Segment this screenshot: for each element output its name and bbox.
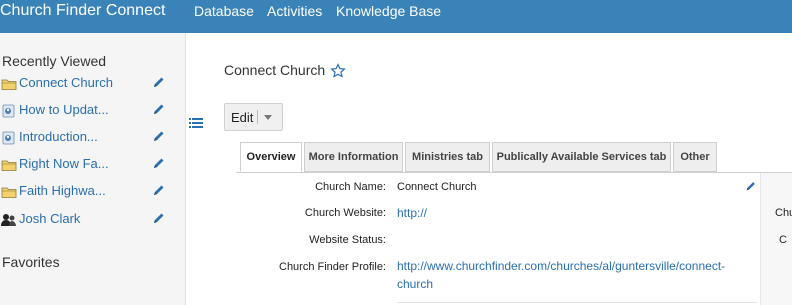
church-finder-profile-link-line1[interactable]: http://www.churchfinder.com/churches/al/…	[397, 258, 725, 275]
recent-item-label[interactable]: Connect Church	[19, 75, 113, 91]
detail-panel-right-column	[760, 173, 792, 305]
recent-item-label[interactable]: Introduction...	[19, 129, 98, 145]
record-title: Connect Church	[224, 62, 326, 78]
tab-more-information[interactable]: More Information	[304, 142, 403, 172]
tab-other[interactable]: Other	[673, 142, 717, 172]
pencil-icon[interactable]	[152, 102, 166, 116]
list-view-icon[interactable]	[188, 115, 204, 131]
chevron-down-icon[interactable]	[264, 115, 272, 120]
app-title[interactable]: Church Finder Connect	[0, 2, 165, 20]
knowledge-article-icon	[2, 131, 15, 145]
tab-ministries[interactable]: Ministries tab	[405, 142, 490, 172]
recent-item-how-to-update[interactable]: How to Updat...	[0, 100, 186, 124]
pencil-icon[interactable]	[152, 183, 166, 197]
edit-button-divider	[257, 110, 258, 124]
recent-item-label[interactable]: How to Updat...	[19, 102, 109, 118]
recently-viewed-heading: Recently Viewed	[2, 53, 107, 69]
recent-item-introduction[interactable]: Introduction...	[0, 127, 186, 151]
pencil-icon[interactable]	[152, 75, 166, 89]
tab-overview[interactable]: Overview	[240, 142, 302, 172]
church-name-value: Connect Church	[397, 181, 477, 193]
contact-icon	[1, 214, 16, 226]
church-website-label: Church Website:	[304, 207, 386, 219]
pencil-icon[interactable]	[745, 180, 757, 192]
right-column-label-2: C	[779, 234, 787, 246]
church-finder-profile-link-line2[interactable]: church	[397, 276, 433, 293]
pencil-icon[interactable]	[152, 211, 166, 225]
recent-item-label[interactable]: Faith Highwa...	[19, 183, 106, 199]
field-divider	[397, 302, 757, 303]
recent-item-josh-clark[interactable]: Josh Clark	[0, 209, 186, 233]
tab-bar: Overview More Information Ministries tab…	[236, 140, 792, 173]
edit-button[interactable]: Edit	[224, 103, 283, 131]
recent-item-faith-highway[interactable]: Faith Highwa...	[0, 181, 186, 205]
top-nav-bar: Church Finder Connect Database Activitie…	[0, 0, 792, 33]
right-column-label-1: Chu	[775, 207, 792, 219]
knowledge-article-icon	[2, 104, 15, 118]
folder-icon	[1, 187, 17, 198]
favorites-heading: Favorites	[2, 254, 60, 270]
folder-icon	[1, 79, 17, 90]
folder-icon	[1, 160, 17, 171]
tab-publically-available-services[interactable]: Publically Available Services tab	[492, 142, 671, 172]
nav-activities[interactable]: Activities	[267, 3, 322, 19]
recent-item-label[interactable]: Right Now Fa...	[19, 156, 109, 172]
church-website-link[interactable]: http://	[397, 205, 427, 222]
favorite-star-icon[interactable]	[330, 63, 346, 79]
nav-knowledge-base[interactable]: Knowledge Base	[336, 3, 441, 19]
recent-item-right-now[interactable]: Right Now Fa...	[0, 154, 186, 178]
pencil-icon[interactable]	[152, 129, 166, 143]
recent-item-label[interactable]: Josh Clark	[19, 211, 80, 227]
church-finder-profile-label: Church Finder Profile:	[279, 261, 386, 273]
website-status-label: Website Status:	[309, 234, 386, 246]
nav-database[interactable]: Database	[194, 3, 254, 19]
church-name-label: Church Name:	[315, 181, 386, 193]
pencil-icon[interactable]	[152, 156, 166, 170]
edit-button-label[interactable]: Edit	[231, 110, 253, 125]
recent-item-connect-church[interactable]: Connect Church	[0, 73, 186, 97]
